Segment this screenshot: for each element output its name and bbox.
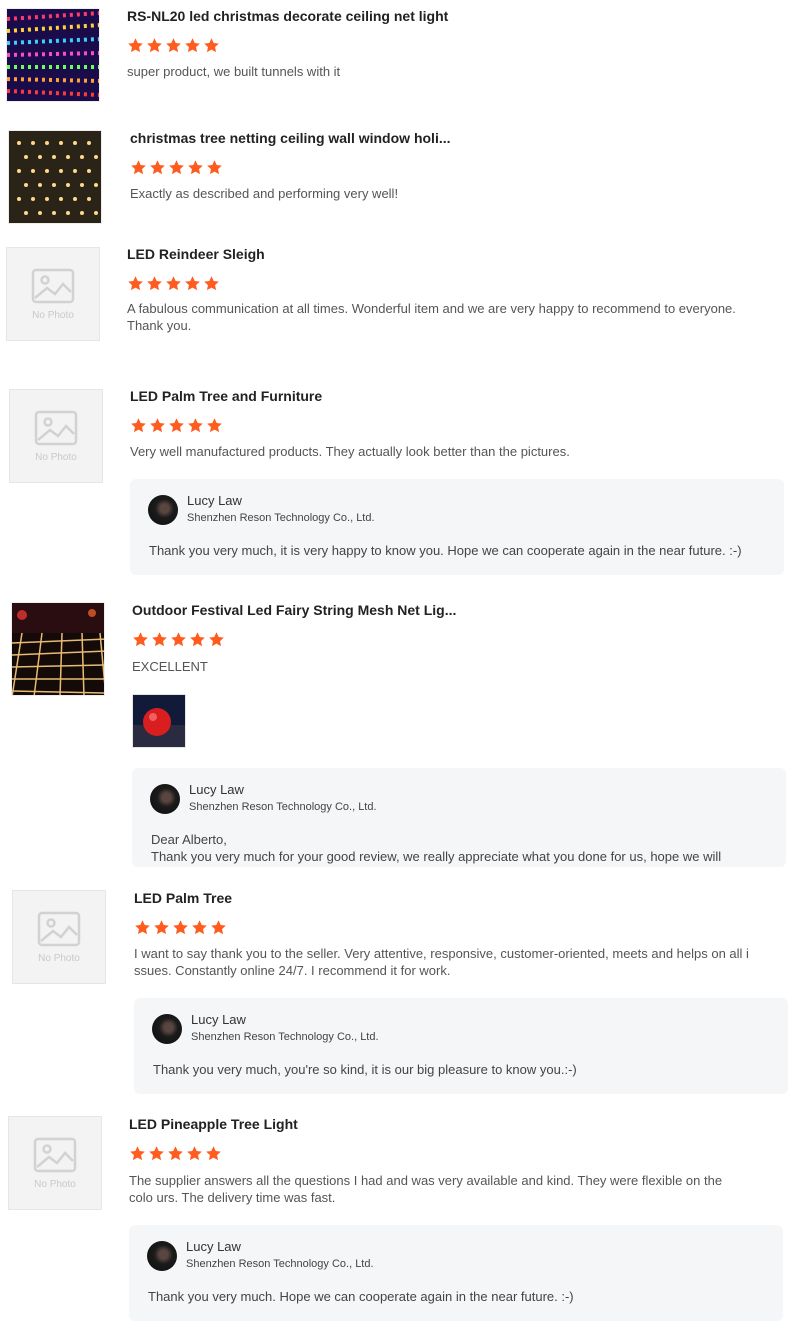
star-icon bbox=[210, 919, 227, 936]
star-icon bbox=[184, 37, 201, 54]
star-icon bbox=[203, 275, 220, 292]
seller-reply: Lucy Law Shenzhen Reson Technology Co., … bbox=[134, 998, 788, 1094]
star-icon bbox=[206, 417, 223, 434]
star-icon bbox=[134, 919, 151, 936]
star-icon bbox=[170, 631, 187, 648]
reply-author-name: Lucy Law bbox=[187, 493, 242, 508]
star-icon bbox=[132, 631, 149, 648]
avatar bbox=[152, 1014, 182, 1044]
review-comment: Very well manufactured products. They ac… bbox=[130, 444, 570, 459]
no-photo-label: No Photo bbox=[32, 309, 74, 321]
star-icon bbox=[130, 417, 147, 434]
star-rating bbox=[130, 417, 223, 434]
star-icon bbox=[168, 417, 185, 434]
star-icon bbox=[184, 275, 201, 292]
star-icon bbox=[149, 417, 166, 434]
star-icon bbox=[208, 631, 225, 648]
star-icon bbox=[146, 37, 163, 54]
star-rating bbox=[132, 631, 225, 648]
no-photo-label: No Photo bbox=[35, 451, 77, 463]
reply-author-name: Lucy Law bbox=[191, 1012, 246, 1027]
reply-company: Shenzhen Reson Technology Co., Ltd. bbox=[189, 801, 377, 813]
product-thumbnail[interactable]: No Photo bbox=[6, 247, 100, 341]
no-photo-icon bbox=[33, 1137, 77, 1173]
product-title[interactable]: LED Palm Tree and Furniture bbox=[130, 388, 322, 404]
star-icon bbox=[151, 631, 168, 648]
avatar bbox=[148, 495, 178, 525]
review-comment: The supplier answers all the questions I… bbox=[129, 1173, 723, 1205]
product-thumbnail[interactable]: No Photo bbox=[8, 1116, 102, 1210]
multicolor-net-lights-image bbox=[7, 9, 99, 101]
no-photo-label: No Photo bbox=[38, 952, 80, 964]
star-icon bbox=[191, 919, 208, 936]
product-thumbnail[interactable] bbox=[6, 8, 100, 102]
star-icon bbox=[203, 37, 220, 54]
star-icon bbox=[165, 37, 182, 54]
reply-text: Thank you very much, you're so kind, it … bbox=[153, 1062, 577, 1077]
review-attachment-image[interactable] bbox=[132, 694, 186, 748]
star-icon bbox=[167, 1145, 184, 1162]
reply-company: Shenzhen Reson Technology Co., Ltd. bbox=[187, 512, 375, 524]
star-icon bbox=[127, 37, 144, 54]
seller-reply: Lucy Law Shenzhen Reson Technology Co., … bbox=[132, 768, 786, 867]
star-icon bbox=[129, 1145, 146, 1162]
product-thumbnail[interactable]: No Photo bbox=[12, 890, 106, 984]
star-icon bbox=[146, 275, 163, 292]
star-rating bbox=[129, 1145, 222, 1162]
star-icon bbox=[186, 1145, 203, 1162]
review-comment: A fabulous communication at all times. W… bbox=[127, 301, 736, 333]
reply-company: Shenzhen Reson Technology Co., Ltd. bbox=[186, 1258, 374, 1270]
reply-company: Shenzhen Reson Technology Co., Ltd. bbox=[191, 1031, 379, 1043]
star-icon bbox=[187, 159, 204, 176]
product-thumbnail[interactable]: No Photo bbox=[9, 389, 103, 483]
reply-text: Thank you very much. Hope we can coopera… bbox=[148, 1289, 574, 1304]
red-ball-light-image bbox=[133, 695, 185, 747]
review-comment: super product, we built tunnels with it bbox=[127, 64, 341, 79]
no-photo-label: No Photo bbox=[34, 1178, 76, 1190]
reply-author-name: Lucy Law bbox=[189, 782, 244, 797]
product-title[interactable]: RS-NL20 led christmas decorate ceiling n… bbox=[127, 8, 448, 24]
reply-text: Thank you very much, it is very happy to… bbox=[149, 543, 742, 558]
star-rating bbox=[127, 37, 220, 54]
star-icon bbox=[168, 159, 185, 176]
star-icon bbox=[127, 275, 144, 292]
star-icon bbox=[172, 919, 189, 936]
warm-net-lights-image bbox=[9, 131, 101, 223]
product-title[interactable]: LED Pineapple Tree Light bbox=[129, 1116, 298, 1132]
star-rating bbox=[134, 919, 227, 936]
star-icon bbox=[149, 159, 166, 176]
avatar bbox=[147, 1241, 177, 1271]
star-rating bbox=[130, 159, 223, 176]
product-title[interactable]: LED Reindeer Sleigh bbox=[127, 246, 265, 262]
star-icon bbox=[153, 919, 170, 936]
no-photo-icon bbox=[37, 911, 81, 947]
seller-reply: Lucy Law Shenzhen Reson Technology Co., … bbox=[130, 479, 784, 575]
reply-author-name: Lucy Law bbox=[186, 1239, 241, 1254]
star-icon bbox=[205, 1145, 222, 1162]
star-icon bbox=[189, 631, 206, 648]
star-icon bbox=[165, 275, 182, 292]
product-thumbnail[interactable] bbox=[8, 130, 102, 224]
product-title[interactable]: christmas tree netting ceiling wall wind… bbox=[130, 130, 451, 146]
star-icon bbox=[187, 417, 204, 434]
product-title[interactable]: LED Palm Tree bbox=[134, 890, 232, 906]
review-comment: Exactly as described and performing very… bbox=[130, 186, 399, 201]
seller-reply: Lucy Law Shenzhen Reson Technology Co., … bbox=[129, 1225, 783, 1321]
no-photo-icon bbox=[31, 268, 75, 304]
star-icon bbox=[130, 159, 147, 176]
no-photo-icon bbox=[34, 410, 78, 446]
star-icon bbox=[206, 159, 223, 176]
avatar bbox=[150, 784, 180, 814]
product-thumbnail[interactable] bbox=[11, 602, 105, 696]
star-icon bbox=[148, 1145, 165, 1162]
review-comment: I want to say thank you to the seller. V… bbox=[134, 946, 749, 978]
outdoor-net-lights-image bbox=[12, 603, 104, 695]
product-title[interactable]: Outdoor Festival Led Fairy String Mesh N… bbox=[132, 602, 456, 618]
review-comment: EXCELLENT bbox=[132, 659, 208, 674]
reply-text: Dear Alberto, Thank you very much for yo… bbox=[151, 832, 722, 864]
star-rating bbox=[127, 275, 220, 292]
